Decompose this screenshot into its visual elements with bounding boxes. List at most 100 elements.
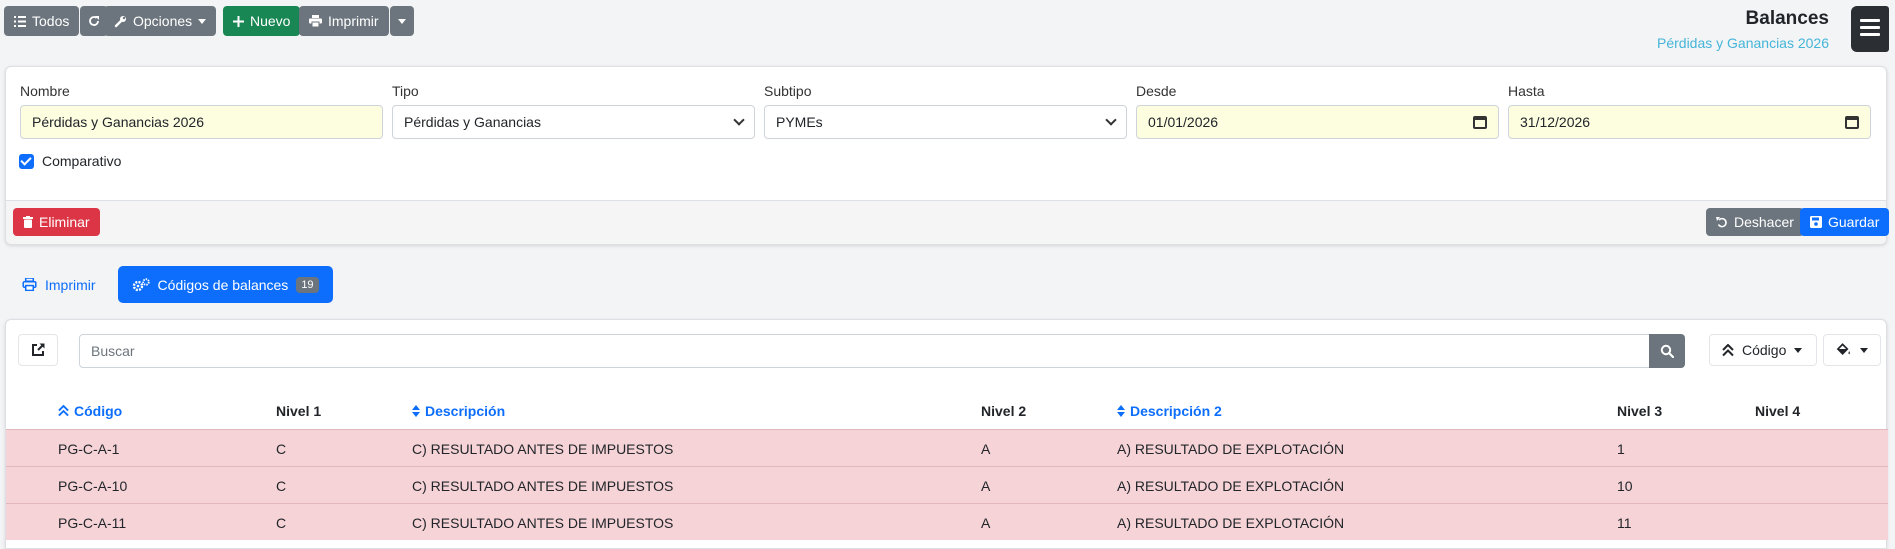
col-nivel2-header: Nivel 2	[981, 392, 1026, 429]
col-codigo-header[interactable]: Código	[58, 392, 122, 429]
cell-descripcion: C) RESULTADO ANTES DE IMPUESTOS	[412, 477, 674, 494]
search-button[interactable]	[1649, 334, 1685, 368]
hasta-label: Hasta	[1508, 83, 1545, 99]
sort-icon	[412, 404, 420, 417]
guardar-button[interactable]: Guardar	[1800, 208, 1890, 236]
hasta-date-input[interactable]: 31/12/2026	[1508, 105, 1871, 139]
col-nivel4-header: Nivel 4	[1755, 392, 1800, 429]
col-codigo-label: Código	[74, 402, 123, 419]
desde-value: 01/01/2026	[1148, 114, 1219, 130]
cell-nivel3: 1	[1617, 440, 1625, 457]
cell-descripcion2: A) RESULTADO DE EXPLOTACIÓN	[1117, 514, 1345, 531]
imprimir-dropdown-button[interactable]	[389, 6, 414, 36]
chevron-down-icon	[1794, 347, 1803, 353]
chevron-down-icon	[1105, 114, 1117, 126]
comparativo-checkbox[interactable]	[19, 153, 34, 169]
cell-nivel3: 10	[1617, 477, 1633, 494]
nombre-input[interactable]: Pérdidas y Ganancias 2026	[20, 105, 383, 139]
color-filter-button[interactable]	[1823, 334, 1881, 366]
todos-button[interactable]: Todos	[4, 6, 80, 36]
page-title: Balances	[1745, 8, 1829, 29]
col-nivel3-header: Nivel 3	[1617, 392, 1662, 429]
nombre-value: Pérdidas y Ganancias 2026	[32, 114, 204, 130]
codigos-count-badge: 19	[296, 276, 319, 293]
external-link-icon	[32, 343, 45, 356]
wrench-icon	[114, 15, 126, 27]
tab-imprimir[interactable]: Imprimir	[12, 266, 106, 303]
nuevo-button[interactable]: Nuevo	[223, 6, 301, 36]
balance-form-card: Nombre Pérdidas y Ganancias 2026 Tipo Pé…	[5, 66, 1890, 245]
tab-imprimir-label: Imprimir	[45, 276, 96, 293]
cogs-icon	[132, 277, 150, 291]
cell-codigo: PG-C-A-10	[58, 477, 128, 494]
printer-icon	[22, 278, 37, 291]
printer-icon	[309, 15, 322, 27]
cell-nivel1: C	[276, 514, 287, 531]
nuevo-label: Nuevo	[250, 13, 291, 29]
col-nivel1-header: Nivel 1	[276, 392, 321, 429]
subtipo-label: Subtipo	[764, 83, 812, 99]
imprimir-label: Imprimir	[328, 13, 379, 29]
open-external-button[interactable]	[18, 334, 58, 366]
cell-descripcion: C) RESULTADO ANTES DE IMPUESTOS	[412, 440, 674, 457]
chevron-down-icon	[397, 18, 406, 24]
refresh-icon	[89, 16, 100, 26]
calendar-icon[interactable]	[1473, 115, 1487, 129]
search-input[interactable]: Buscar	[79, 334, 1650, 368]
todos-group: Todos	[4, 6, 109, 36]
col-descripcion-header[interactable]: Descripción	[412, 392, 505, 429]
sort-button[interactable]: Código	[1709, 334, 1817, 366]
codigos-list-card: Buscar Código Código Nivel 1 Descripción…	[5, 319, 1888, 549]
search-icon	[1660, 344, 1674, 358]
cell-nivel2: A	[981, 514, 991, 531]
nuevo-group: Nuevo	[223, 6, 301, 36]
sort-icon	[1117, 404, 1125, 417]
calendar-icon[interactable]	[1845, 115, 1859, 129]
table-header: Código Nivel 1 Descripción Nivel 2 Descr…	[6, 392, 1888, 429]
tabs-bar: Imprimir Códigos de balances 19	[12, 266, 333, 303]
double-chevron-up-icon	[58, 404, 69, 416]
col-nivel3-label: Nivel 3	[1617, 402, 1663, 419]
hasta-field: Hasta 31/12/2026	[1508, 83, 1871, 139]
todos-label: Todos	[32, 13, 70, 29]
imprimir-button[interactable]: Imprimir	[299, 6, 389, 36]
chevron-down-icon	[733, 114, 745, 126]
table-row[interactable]: PG-C-A-1 C C) RESULTADO ANTES DE IMPUEST…	[6, 429, 1888, 466]
tipo-label: Tipo	[392, 83, 419, 99]
desde-field: Desde 01/01/2026	[1136, 83, 1499, 139]
opciones-button[interactable]: Opciones	[104, 6, 217, 36]
comparativo-row: Comparativo	[19, 153, 121, 169]
tipo-select[interactable]: Pérdidas y Ganancias	[392, 105, 755, 139]
deshacer-button[interactable]: Deshacer	[1706, 208, 1804, 236]
subtipo-field: Subtipo PYMEs	[764, 83, 1127, 139]
page-subtitle: Pérdidas y Ganancias 2026	[1657, 35, 1829, 51]
menu-book-icon[interactable]	[1851, 6, 1889, 52]
cell-codigo: PG-C-A-11	[58, 514, 127, 531]
subtipo-select[interactable]: PYMEs	[764, 105, 1127, 139]
col-nivel2-label: Nivel 2	[981, 402, 1027, 419]
subtipo-value: PYMEs	[776, 114, 823, 130]
comparativo-label: Comparativo	[42, 153, 122, 169]
table-row[interactable]: PG-C-A-10 C C) RESULTADO ANTES DE IMPUES…	[6, 466, 1888, 503]
cell-nivel3: 11	[1617, 514, 1632, 531]
table-row[interactable]: PG-C-A-11 C C) RESULTADO ANTES DE IMPUES…	[6, 503, 1888, 540]
eliminar-button[interactable]: Eliminar	[13, 208, 100, 236]
cell-descripcion: C) RESULTADO ANTES DE IMPUESTOS	[412, 514, 674, 531]
paint-bucket-icon	[1836, 343, 1850, 355]
cell-descripcion2: A) RESULTADO DE EXPLOTACIÓN	[1117, 477, 1345, 494]
col-descripcion2-header[interactable]: Descripción 2	[1117, 392, 1222, 429]
sort-label: Código	[1742, 342, 1787, 358]
desde-date-input[interactable]: 01/01/2026	[1136, 105, 1499, 139]
undo-icon	[1716, 217, 1727, 228]
chevron-down-icon	[198, 18, 207, 24]
hasta-value: 31/12/2026	[1520, 114, 1591, 130]
nombre-label: Nombre	[20, 83, 70, 99]
deshacer-label: Deshacer	[1734, 214, 1794, 230]
page-header: Balances Pérdidas y Ganancias 2026	[1657, 8, 1829, 51]
col-descripcion2-label: Descripción 2	[1130, 402, 1222, 419]
cell-descripcion2: A) RESULTADO DE EXPLOTACIÓN	[1117, 440, 1345, 457]
tipo-field: Tipo Pérdidas y Ganancias	[392, 83, 755, 139]
imprimir-group: Imprimir	[299, 6, 414, 36]
tipo-value: Pérdidas y Ganancias	[404, 114, 541, 130]
tab-codigos-balances[interactable]: Códigos de balances 19	[117, 266, 333, 303]
